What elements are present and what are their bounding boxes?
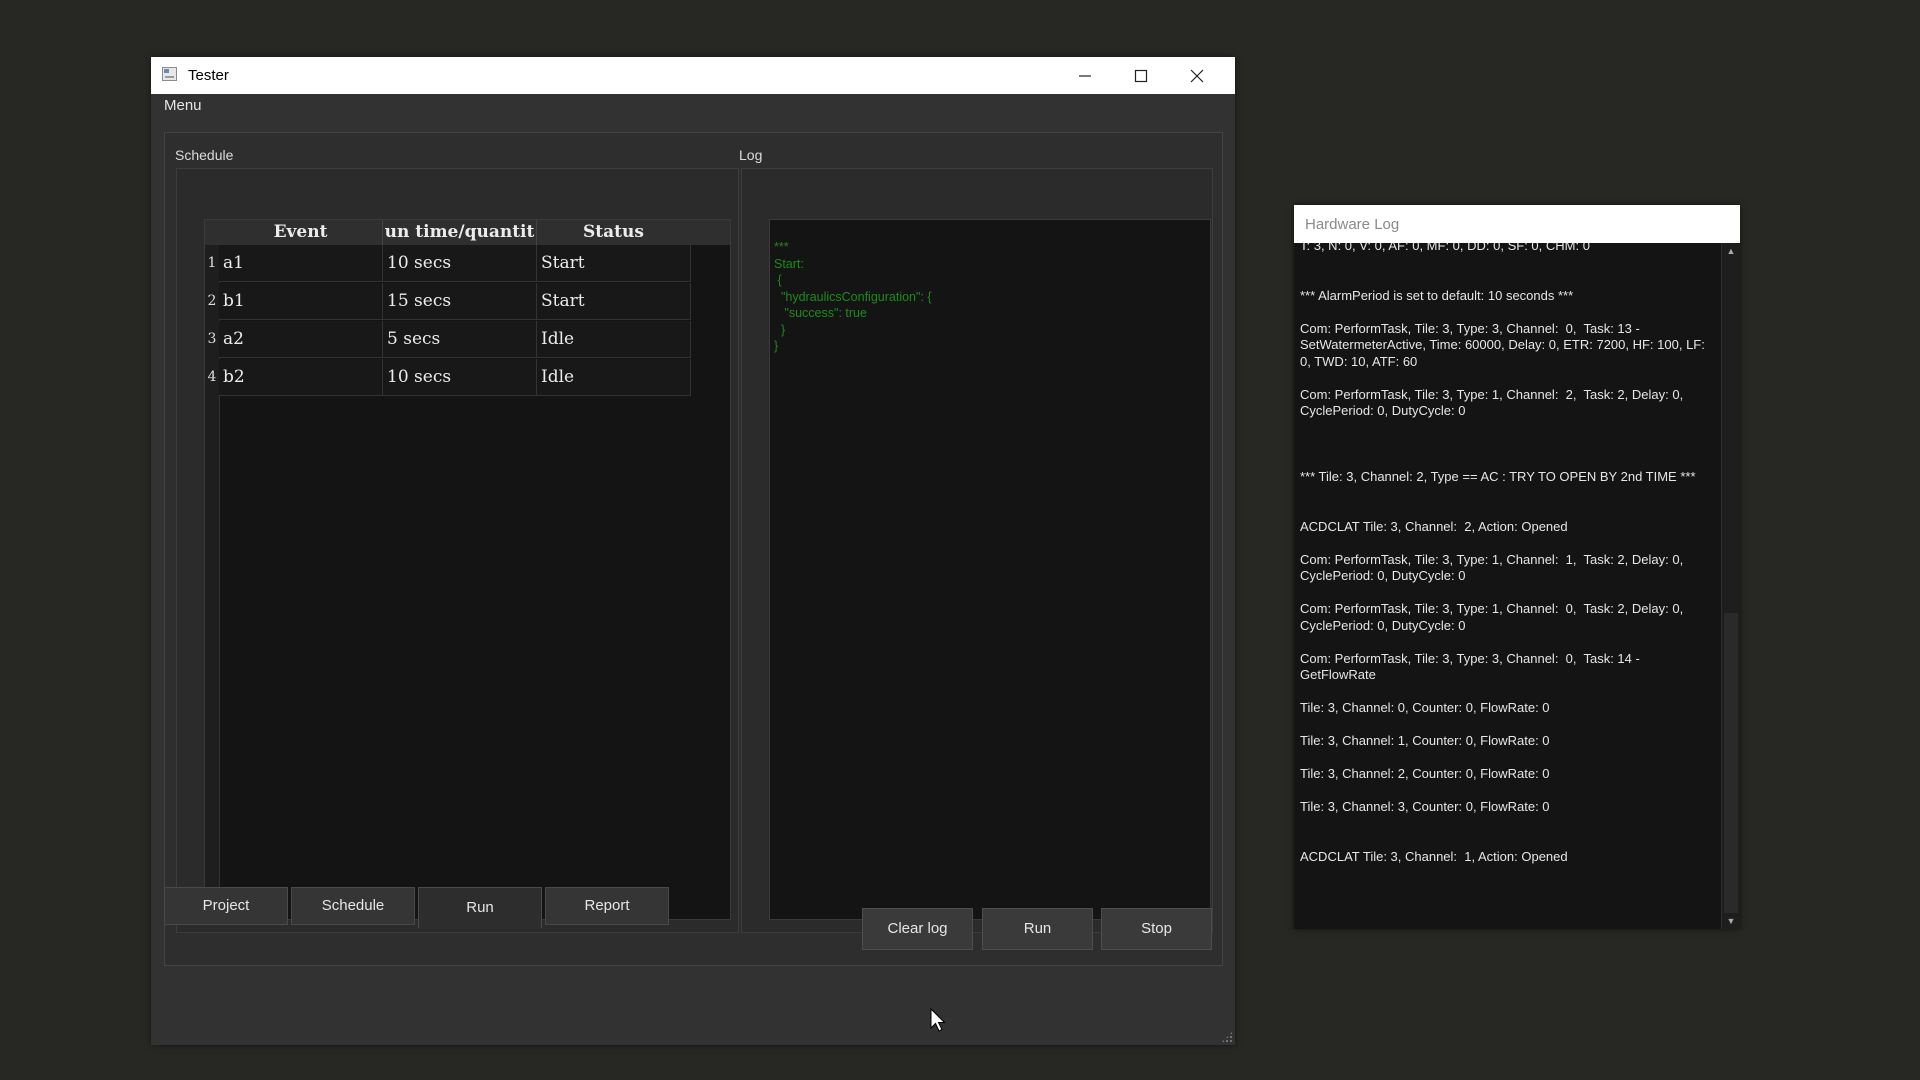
- header-filler: [679, 220, 730, 245]
- schedule-group-title: Schedule: [175, 147, 234, 163]
- log-text-area[interactable]: *** Start: { "hydraulicsConfiguration": …: [769, 219, 1211, 920]
- table-cell-run-time[interactable]: 5 secs: [383, 321, 537, 358]
- table-cell-status[interactable]: Start: [537, 283, 691, 320]
- table-cell-event[interactable]: b2: [219, 359, 383, 396]
- column-header-run-time[interactable]: un time/quantit: [383, 220, 537, 245]
- tab-report[interactable]: Report: [545, 887, 669, 925]
- mouse-pointer-icon: [930, 1008, 946, 1032]
- table-cell-event[interactable]: a2: [219, 321, 383, 358]
- run-button[interactable]: Run: [982, 908, 1093, 950]
- tab-project[interactable]: Project: [164, 887, 288, 925]
- table-cell-event[interactable]: a1: [219, 245, 383, 282]
- hardware-log-window: Hardware Log T: 3, N: 0, V: 0, AF: 0, MF…: [1294, 205, 1740, 929]
- tab-run[interactable]: Run: [418, 887, 542, 928]
- run-tab-page: Schedule Event un time/quantit Status 1 …: [164, 132, 1223, 966]
- column-header-event[interactable]: Event: [219, 220, 383, 245]
- column-header-status[interactable]: Status: [537, 220, 691, 245]
- minimize-button[interactable]: [1057, 57, 1113, 94]
- window-title: Tester: [188, 67, 229, 84]
- scroll-up-arrow-icon[interactable]: ▲: [1722, 243, 1740, 259]
- close-button[interactable]: [1169, 57, 1225, 94]
- close-icon: [1190, 69, 1204, 82]
- schedule-group: Event un time/quantit Status 1 a1 10 sec…: [176, 168, 739, 933]
- menu-item-menu[interactable]: Menu: [164, 97, 202, 114]
- title-bar[interactable]: Tester: [151, 57, 1235, 94]
- clear-log-button[interactable]: Clear log: [862, 908, 973, 950]
- scrollbar-thumb[interactable]: [1724, 613, 1738, 913]
- table-cell-run-time[interactable]: 10 secs: [383, 359, 537, 396]
- table-cell-event[interactable]: b1: [219, 283, 383, 320]
- hardware-log-title: Hardware Log: [1305, 216, 1400, 233]
- app-window-icon: [162, 67, 177, 81]
- row-header[interactable]: 1: [205, 255, 219, 271]
- row-header[interactable]: 3: [205, 331, 219, 347]
- tab-schedule[interactable]: Schedule: [291, 887, 415, 925]
- menu-bar: Menu: [151, 94, 1235, 118]
- schedule-table[interactable]: Event un time/quantit Status 1 a1 10 sec…: [204, 219, 731, 920]
- log-group: *** Start: { "hydraulicsConfiguration": …: [741, 168, 1213, 933]
- hardware-log-title-bar[interactable]: Hardware Log: [1294, 205, 1740, 243]
- table-cell-status[interactable]: Idle: [537, 321, 691, 358]
- row-header[interactable]: 4: [205, 369, 219, 385]
- table-cell-status[interactable]: Start: [537, 245, 691, 282]
- log-group-title: Log: [739, 147, 763, 163]
- maximize-icon: [1134, 69, 1148, 82]
- hardware-log-text: T: 3, N: 0, V: 0, AF: 0, MF: 0, DD: 0, S…: [1300, 243, 1705, 864]
- scroll-down-arrow-icon[interactable]: ▼: [1722, 913, 1740, 929]
- table-corner-button[interactable]: [205, 220, 219, 245]
- table-cell-status[interactable]: Idle: [537, 359, 691, 396]
- resize-grip[interactable]: [1221, 1031, 1233, 1043]
- table-cell-run-time[interactable]: 15 secs: [383, 283, 537, 320]
- hardware-log-scrollbar[interactable]: ▲ ▼: [1721, 243, 1740, 929]
- tester-window: Tester Menu Schedule Event un time/quant…: [151, 57, 1235, 1045]
- minimize-icon: [1079, 74, 1091, 77]
- hardware-log-text-area[interactable]: T: 3, N: 0, V: 0, AF: 0, MF: 0, DD: 0, S…: [1294, 243, 1722, 929]
- stop-button[interactable]: Stop: [1101, 908, 1212, 950]
- table-cell-run-time[interactable]: 10 secs: [383, 245, 537, 282]
- maximize-button[interactable]: [1113, 57, 1169, 94]
- row-header[interactable]: 2: [205, 293, 219, 309]
